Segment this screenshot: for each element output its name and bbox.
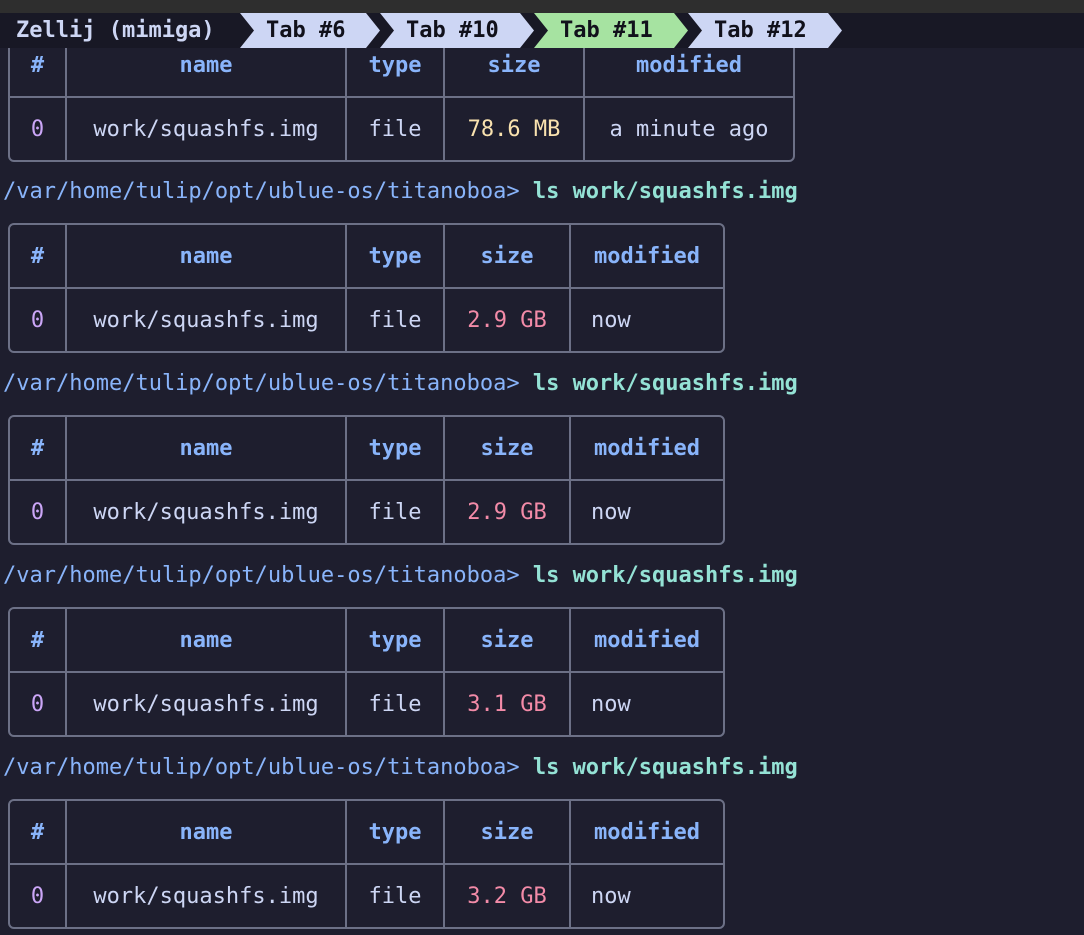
- shell-prompt-line: /var/home/tulip/opt/ublue-os/titanoboa> …: [3, 753, 798, 783]
- table-row: 0 work/squashfs.img file 2.9 GB now: [10, 289, 723, 351]
- file-name: work/squashfs.img: [67, 673, 347, 735]
- column-header: size: [445, 225, 571, 289]
- file-type: file: [347, 481, 445, 543]
- prompt-path: /var/home/tulip/opt/ublue-os/titanoboa: [3, 563, 507, 588]
- prompt-path: /var/home/tulip/opt/ublue-os/titanoboa: [3, 755, 507, 780]
- window-top-strip: [0, 0, 1084, 13]
- file-size: 2.9 GB: [445, 481, 571, 543]
- column-header: size: [445, 609, 571, 673]
- column-header: #: [10, 801, 67, 865]
- session-name: Zellij (mimiga): [16, 18, 215, 43]
- column-header: #: [10, 417, 67, 481]
- prompt-command: ls work/squashfs.img: [532, 755, 798, 780]
- file-modified: now: [591, 307, 631, 333]
- file-name: work/squashfs.img: [67, 98, 347, 160]
- file-size: 3.2 GB: [445, 865, 571, 927]
- zellij-tab-bar: Zellij (mimiga) Tab #6 Tab #10 Tab #11 T…: [0, 13, 1084, 48]
- tab-11[interactable]: Tab #11: [534, 13, 688, 48]
- table-header-row: # name type size modified: [10, 417, 723, 481]
- table-header-row: # name type size modified: [10, 609, 723, 673]
- file-name: work/squashfs.img: [67, 481, 347, 543]
- row-index: 0: [10, 481, 67, 543]
- prompt-path: /var/home/tulip/opt/ublue-os/titanoboa: [3, 179, 507, 204]
- column-header: type: [347, 801, 445, 865]
- file-size: 78.6 MB: [445, 98, 585, 160]
- prompt-symbol: >: [506, 563, 533, 588]
- column-header: name: [67, 417, 347, 481]
- column-header: modified: [571, 225, 723, 289]
- table-row: 0 work/squashfs.img file 3.2 GB now: [10, 865, 723, 927]
- file-name: work/squashfs.img: [67, 865, 347, 927]
- column-header: modified: [571, 801, 723, 865]
- column-header: #: [10, 609, 67, 673]
- file-modified: now: [591, 691, 631, 717]
- tab-12[interactable]: Tab #12: [688, 13, 842, 48]
- tab-6[interactable]: Tab #6: [240, 13, 380, 48]
- prompt-command: ls work/squashfs.img: [532, 371, 798, 396]
- shell-prompt-line: /var/home/tulip/opt/ublue-os/titanoboa> …: [3, 561, 798, 591]
- row-index: 0: [10, 289, 67, 351]
- file-type: file: [347, 673, 445, 735]
- column-header: type: [347, 417, 445, 481]
- prompt-command: ls work/squashfs.img: [532, 179, 798, 204]
- table-header-row: # name type size modified: [10, 225, 723, 289]
- file-modified: a minute ago: [609, 116, 769, 142]
- file-type: file: [347, 98, 445, 160]
- file-type: file: [347, 865, 445, 927]
- row-index: 0: [10, 673, 67, 735]
- table-row: 0 work/squashfs.img file 3.1 GB now: [10, 673, 723, 735]
- ls-result-table: # name type size modified 0 work/squashfs.img f…: [8, 607, 725, 737]
- column-header: name: [67, 225, 347, 289]
- ls-result-table: # name type size modified 0 work/squashfs.img f…: [8, 415, 725, 545]
- table-header-row: # name type size modified: [10, 801, 723, 865]
- file-type: file: [347, 289, 445, 351]
- column-header: #: [10, 225, 67, 289]
- file-size: 3.1 GB: [445, 673, 571, 735]
- column-header: size: [445, 417, 571, 481]
- table-row: 0 work/squashfs.img file 78.6 MB a minute ag…: [10, 98, 793, 160]
- column-header: name: [67, 609, 347, 673]
- ls-result-table: # name type size modified 0 work/squashfs.img f…: [8, 223, 725, 353]
- file-name: work/squashfs.img: [67, 289, 347, 351]
- prompt-symbol: >: [506, 755, 533, 780]
- prompt-path: /var/home/tulip/opt/ublue-os/titanoboa: [3, 371, 507, 396]
- prompt-command: ls work/squashfs.img: [532, 563, 798, 588]
- column-header: size: [445, 801, 571, 865]
- table-row: 0 work/squashfs.img file 2.9 GB now: [10, 481, 723, 543]
- column-header: modified: [571, 417, 723, 481]
- file-modified: now: [591, 499, 631, 525]
- column-header: name: [67, 801, 347, 865]
- ls-result-table: # name type size modified 0 work/squashfs.img f…: [8, 799, 725, 929]
- file-size: 2.9 GB: [445, 289, 571, 351]
- shell-prompt-line: /var/home/tulip/opt/ublue-os/titanoboa> …: [3, 177, 798, 207]
- shell-prompt-line: /var/home/tulip/opt/ublue-os/titanoboa> …: [3, 369, 798, 399]
- file-modified: now: [591, 883, 631, 909]
- prompt-symbol: >: [506, 179, 533, 204]
- column-header: modified: [571, 609, 723, 673]
- tab-10[interactable]: Tab #10: [380, 13, 534, 48]
- ls-result-table: # name type size modified 0 work/squashfs.img f…: [8, 32, 795, 162]
- prompt-symbol: >: [506, 371, 533, 396]
- row-index: 0: [10, 98, 67, 160]
- column-header: type: [347, 609, 445, 673]
- row-index: 0: [10, 865, 67, 927]
- column-header: type: [347, 225, 445, 289]
